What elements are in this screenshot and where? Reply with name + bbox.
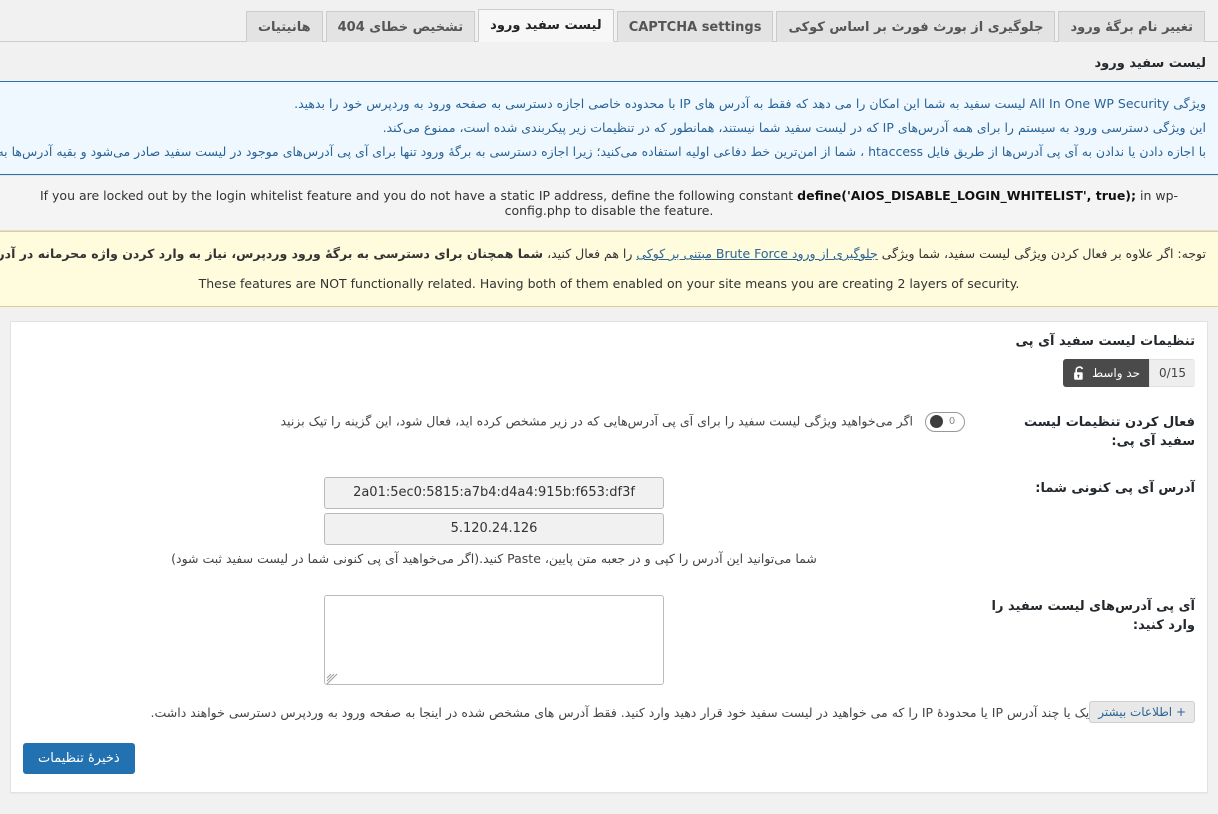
- save-settings-button[interactable]: ذخیرهٔ تنظیمات: [23, 743, 135, 774]
- more-info-button[interactable]: + اطلاعات بیشتر: [1089, 701, 1195, 723]
- warning-notice-line-2: These features are NOT functionally rela…: [198, 276, 1020, 291]
- whitelist-help-text: یک یا چند آدرس IP یا محدودهٔ IP را که می…: [150, 704, 1090, 720]
- brute-force-link[interactable]: جلوگیری از ورود Brute Force مبتنی بر کوک…: [636, 246, 877, 261]
- unlock-icon: [1073, 365, 1086, 381]
- tab-captcha-settings[interactable]: CAPTCHA settings: [616, 11, 774, 42]
- save-row: ذخیرهٔ تنظیمات: [11, 723, 1207, 778]
- row-enable-whitelist: فعال کردن تنظیمات لیست سفید آی پی: 0 اگر…: [11, 399, 1207, 465]
- row-whitelist-control: [11, 583, 975, 699]
- warning-notice-line-1: توجه: اگر علاوه بر فعال کردن ویژگی لیست …: [0, 242, 1206, 266]
- badge-level-label: حد واسط: [1091, 366, 1141, 380]
- info-notice-line-3: با اجازه دادن یا ندادن به آی پی آدرس‌ها …: [0, 144, 1206, 159]
- enable-whitelist-description: اگر می‌خواهید ویژگی لیست سفید را برای آی…: [280, 413, 914, 429]
- toggle-knob: [930, 414, 943, 428]
- row-enable-control: 0 اگر می‌خواهید ویژگی لیست سفید را برای …: [11, 399, 975, 465]
- badge-row: 0/15 حد واسط: [11, 357, 1207, 399]
- warning-text-b: را هم فعال کنید،: [543, 246, 637, 261]
- current-ipv4-field[interactable]: 5.120.24.126: [324, 513, 664, 545]
- tab-change-login-page[interactable]: تغییر نام برگهٔ ورود: [1058, 11, 1205, 42]
- badge-level: حد واسط: [1062, 359, 1150, 387]
- row-current-ip-control: 2a01:5ec0:5815:a7b4:d4a4:915b:f653:df3f …: [11, 465, 975, 583]
- warning-text-a: توجه: اگر علاوه بر فعال کردن ویژگی لیست …: [877, 246, 1206, 261]
- info-notice-line-1: ویژگی All In One WP Security لیست سفید ب…: [294, 96, 1206, 111]
- tab-honeypot[interactable]: هانیتیات: [245, 11, 323, 42]
- settings-box-title: تنظیمات لیست سفید آی پی: [1015, 334, 1195, 349]
- toggle-value: 0: [948, 415, 956, 427]
- page-title: لیست سفید ورود: [1094, 56, 1206, 71]
- lockout-notice: If you are locked out by the login white…: [0, 175, 1218, 231]
- row-enable-label: فعال کردن تنظیمات لیست سفید آی پی:: [1024, 415, 1195, 449]
- tab-cookie-brute-force[interactable]: جلوگیری از بورث فورث بر اساس کوکی: [776, 11, 1056, 42]
- lockout-notice-code: define('AIOS_DISABLE_LOGIN_WHITELIST', t…: [797, 188, 1137, 203]
- page-bottom-spacer: [0, 793, 1218, 814]
- admin-page: تغییر نام برگهٔ ورود جلوگیری از بورث فور…: [0, 0, 1218, 814]
- badge-count: 0/15: [1149, 359, 1195, 387]
- row-whitelist-label: آی پی آدرس‌های لیست سفید را وارد کنید:: [991, 599, 1195, 633]
- current-ipv6-field[interactable]: 2a01:5ec0:5815:a7b4:d4a4:915b:f653:df3f: [324, 477, 664, 509]
- whitelist-ip-textarea[interactable]: [324, 595, 664, 685]
- row-whitelist-addresses: آی پی آدرس‌های لیست سفید را وارد کنید:: [11, 583, 1207, 699]
- info-notice: ویژگی All In One WP Security لیست سفید ب…: [0, 81, 1218, 175]
- warning-text-bold: شما همچنان برای دسترسی به برگهٔ ورود ورد…: [0, 246, 544, 261]
- current-ip-help-text: شما می‌توانید این آدرس را کپی و در جعبه …: [171, 551, 817, 566]
- whitelist-help-row: یک یا چند آدرس IP یا محدودهٔ IP را که می…: [11, 699, 1207, 723]
- textarea-wrapper: [324, 595, 664, 685]
- tab-404-detection[interactable]: تشخیص خطای 404: [325, 11, 476, 42]
- settings-tab-bar: تغییر نام برگهٔ ورود جلوگیری از بورث فور…: [0, 0, 1218, 42]
- ip-whitelist-settings-box: تنظیمات لیست سفید آی پی 0/15 حد واسط فعا…: [10, 321, 1208, 793]
- settings-form-table: فعال کردن تنظیمات لیست سفید آی پی: 0 اگر…: [11, 399, 1207, 699]
- security-level-badge: 0/15 حد واسط: [1062, 359, 1195, 387]
- info-notice-line-2: این ویژگی دسترسی ورود به سیستم را برای ه…: [382, 120, 1206, 135]
- lockout-notice-prefix: If you are locked out by the login white…: [39, 188, 798, 203]
- row-current-ip-label: آدرس آی پی کنونی شما:: [1035, 481, 1195, 496]
- warning-notice: توجه: اگر علاوه بر فعال کردن ویژگی لیست …: [0, 231, 1218, 307]
- tab-login-whitelist[interactable]: لیست سفید ورود: [478, 9, 614, 42]
- row-current-ip: آدرس آی پی کنونی شما: 2a01:5ec0:5815:a7b…: [11, 465, 1207, 583]
- enable-whitelist-toggle[interactable]: 0: [925, 411, 965, 432]
